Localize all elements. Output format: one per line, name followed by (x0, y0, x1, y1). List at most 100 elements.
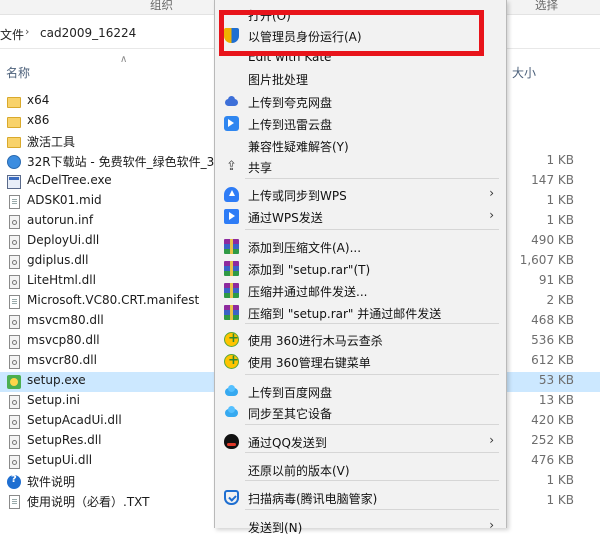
file-name: x86 (27, 113, 50, 127)
file-size: 252 KB (531, 433, 574, 447)
file-size: 13 KB (538, 393, 574, 407)
dll-icon (9, 255, 20, 269)
file-name: msvcm80.dll (27, 313, 104, 327)
menu-item[interactable]: 通过QQ发送到 › (215, 431, 506, 452)
file-size: 468 KB (531, 313, 574, 327)
menu-item[interactable]: ⇪ 共享 (215, 156, 506, 177)
menu-separator (245, 424, 499, 425)
menu-separator (245, 374, 499, 375)
file-size: 420 KB (531, 413, 574, 427)
file-name: SetupAcadUi.dll (27, 413, 122, 427)
menu-item[interactable]: 上传或同步到WPS › (215, 184, 506, 205)
dll-icon (9, 355, 20, 369)
file-name: setup.exe (27, 373, 86, 387)
winrar-icon (224, 239, 239, 254)
menu-item-label: 压缩到 "setup.rar" 并通过邮件发送 (248, 307, 442, 321)
menu-item[interactable]: 还原以前的版本(V) (215, 459, 506, 480)
menu-item[interactable]: 使用 360进行木马云查杀 (215, 329, 506, 350)
file-icon (9, 495, 20, 509)
menu-item[interactable]: 使用 360管理右键菜单 (215, 351, 506, 372)
menu-item[interactable]: 发送到(N) › (215, 516, 506, 537)
winrar-icon (224, 305, 239, 320)
menu-separator (245, 452, 499, 453)
menu-separator (245, 178, 499, 179)
menu-item-label: 通过QQ发送到 (248, 436, 327, 450)
menu-item[interactable]: 上传到夸克网盘 (215, 91, 506, 112)
dll-icon (9, 415, 20, 429)
menu-item[interactable]: 兼容性疑难解答(Y) (215, 135, 506, 156)
menu-item-label: 上传到迅雷云盘 (248, 118, 333, 132)
file-size: 1 KB (546, 153, 574, 167)
menu-separator (245, 323, 499, 324)
folder-icon (7, 117, 21, 128)
ribbon-organize-label[interactable]: 组织 (150, 0, 173, 13)
file-name: SetupRes.dll (27, 433, 102, 447)
wps-cloud-icon (224, 187, 239, 202)
file-size: 612 KB (531, 353, 574, 367)
sync-cloud-icon (224, 405, 239, 420)
file-size: 490 KB (531, 233, 574, 247)
folder-icon (7, 137, 21, 148)
file-size: 53 KB (538, 373, 574, 387)
file-size: 1 KB (546, 493, 574, 507)
file-name: msvcr80.dll (27, 353, 97, 367)
file-size: 536 KB (531, 333, 574, 347)
menu-item[interactable]: 上传到迅雷云盘 (215, 113, 506, 134)
menu-item[interactable]: 添加到 "setup.rar"(T) (215, 258, 506, 279)
winrar-icon (224, 261, 239, 276)
menu-item[interactable]: 通过WPS发送 › (215, 206, 506, 227)
column-name-header[interactable]: 名称 (6, 64, 30, 81)
file-size: 1,607 KB (519, 253, 574, 267)
submenu-arrow-icon: › (489, 208, 494, 222)
file-name: LiteHtml.dll (27, 273, 96, 287)
360-icon (224, 353, 239, 369)
menu-item-label: 上传到夸克网盘 (248, 96, 333, 110)
menu-item[interactable]: 添加到压缩文件(A)... (215, 236, 506, 257)
menu-item[interactable]: 压缩并通过邮件发送... (215, 280, 506, 301)
file-size: 1 KB (546, 213, 574, 227)
web-shortcut-icon (7, 155, 21, 169)
help-icon (7, 474, 21, 489)
exe-icon (7, 175, 21, 189)
tencent-shield-icon (224, 490, 239, 505)
menu-item-label: 兼容性疑难解答(Y) (248, 140, 349, 154)
file-name: Microsoft.VC80.CRT.manifest (27, 293, 200, 307)
dll-icon (9, 455, 20, 469)
ribbon-select-label[interactable]: 选择 (535, 0, 558, 13)
wps-send-icon (224, 209, 239, 224)
menu-item-label: 添加到压缩文件(A)... (248, 241, 362, 255)
menu-item-label: 上传到百度网盘 (248, 386, 333, 400)
dll-icon (9, 315, 20, 329)
breadcrumb-current-folder[interactable]: cad2009_16224 (40, 26, 136, 40)
menu-item-label: 扫描病毒(腾讯电脑管家) (248, 492, 378, 506)
breadcrumb-parent[interactable]: 文件 (0, 26, 24, 43)
baidu-cloud-icon (224, 384, 239, 399)
menu-item[interactable]: 同步至其它设备 (215, 402, 506, 423)
folder-icon (7, 97, 21, 108)
menu-item[interactable]: 图片批处理 (215, 68, 506, 89)
file-size: 1 KB (546, 473, 574, 487)
menu-item-label: 图片批处理 (248, 73, 309, 87)
dll-icon (9, 275, 20, 289)
file-size: 2 KB (546, 293, 574, 307)
menu-separator (245, 229, 499, 230)
file-icon (9, 195, 20, 209)
context-menu: 打开(O) 以管理员身份运行(A) Edit with Kate 图片批处理 上传到夸克… (214, 0, 507, 535)
file-name: ADSK01.mid (27, 193, 102, 207)
dll-icon (9, 335, 20, 349)
menu-item-label: 使用 360管理右键菜单 (248, 356, 371, 370)
sort-chevron-icon: ∧ (120, 54, 128, 65)
file-name: msvcp80.dll (27, 333, 100, 347)
menu-separator (245, 509, 499, 510)
menu-item[interactable]: 扫描病毒(腾讯电脑管家) (215, 487, 506, 508)
file-name: gdiplus.dll (27, 253, 89, 267)
file-size: 1 KB (546, 193, 574, 207)
column-size-header[interactable]: 大小 (512, 64, 536, 81)
menu-item-label: 上传或同步到WPS (248, 189, 347, 203)
menu-item[interactable]: 上传到百度网盘 (215, 381, 506, 402)
menu-item[interactable]: 压缩到 "setup.rar" 并通过邮件发送 (215, 302, 506, 323)
file-name: 激活工具 (27, 135, 76, 149)
settings-file-icon (9, 395, 20, 409)
file-size: 147 KB (531, 173, 574, 187)
menu-item-label: 添加到 "setup.rar"(T) (248, 263, 371, 277)
